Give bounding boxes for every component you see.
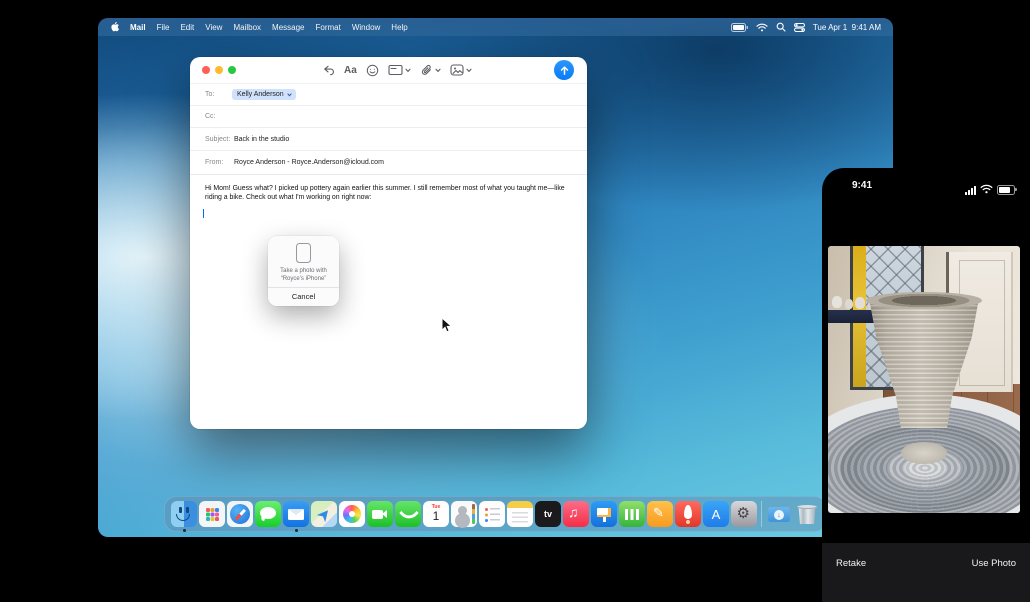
safari-dock-icon[interactable] (227, 501, 253, 527)
pages-dock-icon[interactable] (647, 501, 673, 527)
facetime-dock-icon[interactable] (367, 501, 393, 527)
menu-message[interactable]: Message (272, 23, 304, 32)
keynote-dock-icon[interactable] (591, 501, 617, 527)
stage: Mail File Edit View Mailbox Message Format Win… (0, 0, 1030, 602)
menu-clock[interactable]: Tue Apr 1 9:41 AM (813, 23, 881, 32)
popover-title: Take a photo with “Royce’s iPhone” (280, 267, 327, 283)
iphone-icon (296, 243, 311, 263)
text-caret (203, 209, 204, 218)
menu-edit[interactable]: Edit (180, 23, 194, 32)
close-window-button[interactable] (202, 66, 210, 74)
popover-title-line1: Take a photo with (280, 267, 327, 275)
settings-dock-icon[interactable] (731, 501, 757, 527)
mail-compose-window: Aa T (190, 57, 587, 429)
send-button[interactable] (554, 60, 574, 80)
to-recipient-token[interactable]: Kelly Anderson (232, 89, 296, 100)
reminders-dock-icon[interactable] (479, 501, 505, 527)
dock: Tue1 tv A (164, 496, 827, 532)
iphone-clock: 9:41 (852, 180, 872, 191)
subject-value: Back in the studio (234, 136, 289, 143)
cancel-button[interactable]: Cancel (268, 288, 339, 306)
search-icon[interactable] (776, 22, 786, 32)
menu-view[interactable]: View (205, 23, 222, 32)
finder-dock-icon[interactable] (171, 501, 197, 527)
from-value: Royce Anderson - Royce.Anderson@icloud.c… (234, 159, 384, 166)
cc-field[interactable]: Cc: (190, 106, 587, 128)
message-body-text: Hi Mom! Guess what? I picked up pottery … (205, 184, 573, 202)
apple-menu-icon[interactable] (110, 21, 119, 34)
messages-dock-icon[interactable] (255, 501, 281, 527)
trash-dock-icon[interactable] (794, 501, 820, 527)
photo-pot-rim (866, 292, 982, 309)
from-field[interactable]: From: Royce Anderson - Royce.Anderson@ic… (190, 151, 587, 175)
token-chevron-icon (287, 93, 292, 97)
attach-file-button[interactable] (420, 64, 441, 77)
cellular-signal-icon (965, 186, 976, 195)
menu-bar: Mail File Edit View Mailbox Message Format Win… (98, 18, 893, 36)
menu-format[interactable]: Format (316, 23, 341, 32)
calendar-dock-icon[interactable]: Tue1 (423, 501, 449, 527)
photo-wheel-hub (901, 442, 947, 464)
control-center-icon[interactable] (794, 23, 805, 32)
subject-field[interactable]: Subject: Back in the studio (190, 128, 587, 151)
battery-icon (997, 185, 1015, 195)
compose-toolbar: Aa (190, 57, 587, 84)
mouse-cursor (441, 317, 453, 339)
camera-preview-photo (828, 246, 1020, 513)
popover-title-line2: “Royce’s iPhone” (280, 275, 327, 283)
menu-items: File Edit View Mailbox Message Format Window He… (157, 23, 408, 32)
dock-extras (766, 501, 820, 527)
numbers-dock-icon[interactable] (619, 501, 645, 527)
menu-window[interactable]: Window (352, 23, 380, 32)
photos-dock-icon[interactable] (339, 501, 365, 527)
format-text-button[interactable]: Aa (344, 65, 357, 76)
take-photo-popover: Take a photo with “Royce’s iPhone” Cance… (268, 236, 339, 306)
contacts-dock-icon[interactable] (451, 501, 477, 527)
emoji-icon[interactable] (366, 64, 379, 77)
dock-separator (761, 501, 762, 527)
from-label: From: (205, 159, 234, 166)
rocket-dock-icon[interactable] (675, 501, 701, 527)
wifi-icon[interactable] (756, 23, 768, 32)
iphone-camera-panel: 9:41 (822, 168, 1030, 602)
app-store-dock-icon[interactable]: A (703, 501, 729, 527)
iphone-status-bar: 9:41 (822, 168, 1030, 202)
music-dock-icon[interactable] (563, 501, 589, 527)
retake-button[interactable]: Retake (836, 558, 866, 569)
menu-app-name[interactable]: Mail (130, 23, 146, 32)
mail-running-indicator (295, 529, 298, 532)
mail-dock-icon[interactable] (283, 501, 309, 527)
use-photo-button[interactable]: Use Photo (972, 558, 1016, 569)
launchpad-dock-icon[interactable] (199, 501, 225, 527)
message-body[interactable]: Hi Mom! Guess what? I picked up pottery … (190, 175, 587, 202)
phone-dock-icon[interactable] (395, 501, 421, 527)
dock-apps: Tue1 tv A (171, 501, 757, 527)
camera-action-bar: Retake Use Photo (822, 543, 1030, 602)
menu-help[interactable]: Help (391, 23, 407, 32)
menu-status-area: Tue Apr 1 9:41 AM (731, 22, 881, 32)
subject-label: Subject: (205, 136, 234, 143)
cc-label: Cc: (205, 113, 231, 120)
maps-dock-icon[interactable] (311, 501, 337, 527)
downloads-dock-icon[interactable] (766, 501, 792, 527)
header-fields-button[interactable] (388, 64, 411, 76)
zoom-window-button[interactable] (228, 66, 236, 74)
minimize-window-button[interactable] (215, 66, 223, 74)
battery-icon[interactable] (731, 23, 748, 32)
undo-icon[interactable] (322, 64, 335, 77)
photo-shelf-pottery (832, 296, 842, 308)
tv-dock-icon[interactable]: tv (535, 501, 561, 527)
insert-media-button[interactable] (450, 64, 472, 76)
menu-mailbox[interactable]: Mailbox (233, 23, 261, 32)
menu-file[interactable]: File (157, 23, 170, 32)
to-field[interactable]: To: Kelly Anderson (190, 84, 587, 106)
to-recipient-name: Kelly Anderson (237, 91, 284, 98)
wifi-icon (980, 181, 993, 199)
finder-running-indicator (183, 529, 186, 532)
to-label: To: (205, 91, 231, 98)
notes-dock-icon[interactable] (507, 501, 533, 527)
